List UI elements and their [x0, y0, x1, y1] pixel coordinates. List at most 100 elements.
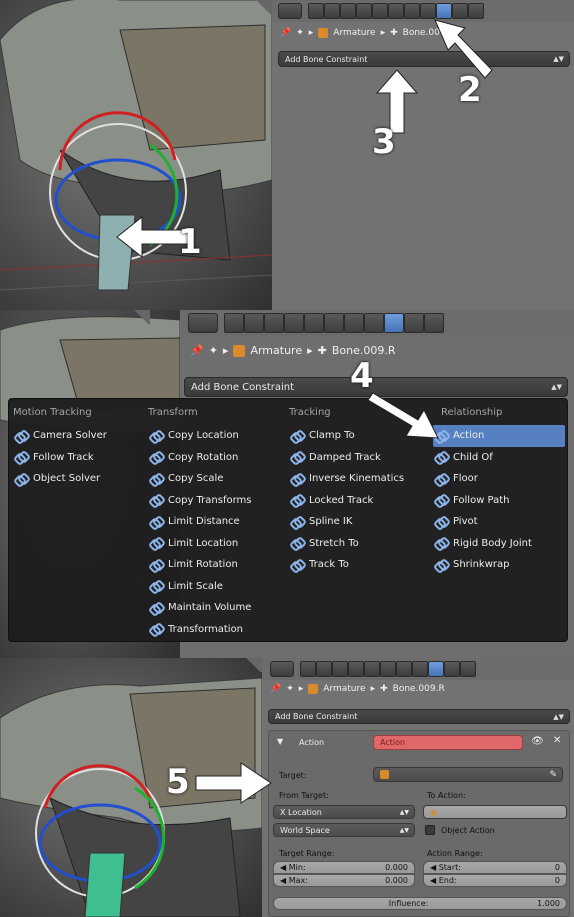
menu-item-locked-track[interactable]: Locked Track: [289, 490, 429, 512]
menu-item-label: Track To: [309, 559, 349, 571]
menu-item-object-solver[interactable]: Object Solver: [13, 468, 141, 490]
viewport-corner-handle[interactable]: [132, 310, 150, 324]
target-space-value: World Space: [280, 825, 330, 835]
menu-item-stretch-to[interactable]: Stretch To: [289, 533, 429, 555]
bone-tab-icon[interactable]: [420, 3, 436, 19]
texture-tab-icon[interactable]: [444, 661, 460, 677]
step-number-1: 1: [178, 222, 202, 262]
bone-tab-icon[interactable]: [364, 313, 384, 333]
add-bone-constraint-dropdown[interactable]: Add Bone Constraint ▲▼: [278, 51, 570, 67]
dropdown-label: Add Bone Constraint: [275, 712, 358, 721]
scene-tab-icon[interactable]: [264, 313, 284, 333]
data-tab-icon[interactable]: [404, 3, 420, 19]
menu-item-action[interactable]: Action: [433, 425, 565, 447]
menu-item-rigid-body-joint[interactable]: Rigid Body Joint: [433, 533, 565, 555]
world-tab-icon[interactable]: [356, 3, 372, 19]
action-end-field[interactable]: ◀ End: 0: [423, 874, 567, 887]
menu-item-child-of[interactable]: Child Of: [433, 447, 565, 469]
menu-item-label: Copy Rotation: [168, 451, 239, 463]
menu-item-shrinkwrap[interactable]: Shrinkwrap: [433, 554, 565, 576]
viewport-corner-handle[interactable]: [254, 0, 272, 14]
close-icon[interactable]: ✕: [553, 735, 561, 746]
render-layers-tab-icon[interactable]: [244, 313, 264, 333]
eyedropper-icon[interactable]: ✎: [549, 770, 557, 780]
physics-tab-icon[interactable]: [468, 3, 484, 19]
action-start-field[interactable]: ◀ Start: 0: [423, 861, 567, 874]
step-number-3: 3: [372, 122, 396, 162]
constraint-link-icon: [150, 474, 162, 484]
3d-viewport[interactable]: 1: [0, 0, 272, 310]
target-min-field[interactable]: ◀ Min: 0.000: [273, 861, 415, 874]
scene-tab-icon[interactable]: [332, 661, 348, 677]
influence-slider[interactable]: Influence: 1.000: [273, 897, 567, 910]
collapse-triangle-icon[interactable]: ▼: [277, 737, 283, 746]
menu-item-inverse-kinematics[interactable]: Inverse Kinematics: [289, 468, 429, 490]
viewport-corner-handle[interactable]: [244, 658, 262, 672]
menu-item-damped-track[interactable]: Damped Track: [289, 447, 429, 469]
menu-item-copy-transforms[interactable]: Copy Transforms: [148, 490, 278, 512]
object-tab-icon[interactable]: [304, 313, 324, 333]
menu-item-maintain-volume[interactable]: Maintain Volume: [148, 597, 278, 619]
data-tab-icon[interactable]: [344, 313, 364, 333]
bone-constraints-tab-icon[interactable]: [384, 313, 404, 333]
target-space-select[interactable]: World Space ▲▼: [273, 823, 415, 837]
menu-item-follow-path[interactable]: Follow Path: [433, 490, 565, 512]
constraint-name-field[interactable]: Action: [373, 735, 523, 750]
menu-item-label: Transformation: [168, 623, 244, 635]
add-bone-constraint-dropdown[interactable]: Add Bone Constraint ▲▼: [268, 709, 570, 724]
object-icon: [380, 770, 389, 779]
object-tab-icon[interactable]: [364, 661, 380, 677]
menu-item-limit-scale[interactable]: Limit Scale: [148, 576, 278, 598]
object-tab-icon[interactable]: [372, 3, 388, 19]
menu-item-transformation[interactable]: Transformation: [148, 619, 278, 641]
texture-tab-icon[interactable]: [404, 313, 424, 333]
pin-icon[interactable]: 📌: [280, 28, 291, 38]
data-tab-icon[interactable]: [396, 661, 412, 677]
menu-heading: Transform: [148, 407, 198, 418]
pin-icon[interactable]: 📌: [270, 684, 281, 694]
bone-constraints-tab-icon[interactable]: [436, 3, 452, 19]
menu-item-copy-scale[interactable]: Copy Scale: [148, 468, 278, 490]
editor-type-icon[interactable]: [270, 661, 294, 677]
bone-tab-icon[interactable]: [412, 661, 428, 677]
render-tab-icon[interactable]: [224, 313, 244, 333]
properties-header: [262, 658, 574, 680]
world-tab-icon[interactable]: [348, 661, 364, 677]
render-layers-tab-icon[interactable]: [316, 661, 332, 677]
render-tab-icon[interactable]: [300, 661, 316, 677]
target-max-field[interactable]: ◀ Max: 0.000: [273, 874, 415, 887]
action-field[interactable]: ◉: [423, 805, 567, 819]
object-action-checkbox[interactable]: [425, 825, 435, 835]
constraints-tab-icon[interactable]: [388, 3, 404, 19]
menu-item-camera-solver[interactable]: Camera Solver: [13, 425, 141, 447]
bone-constraints-tab-icon[interactable]: [428, 661, 444, 677]
menu-item-follow-track[interactable]: Follow Track: [13, 447, 141, 469]
menu-item-limit-rotation[interactable]: Limit Rotation: [148, 554, 278, 576]
menu-item-limit-location[interactable]: Limit Location: [148, 533, 278, 555]
menu-item-spline-ik[interactable]: Spline IK: [289, 511, 429, 533]
dropdown-arrows-icon: ▲▼: [553, 712, 564, 721]
menu-item-track-to[interactable]: Track To: [289, 554, 429, 576]
pin-icon[interactable]: 📌: [190, 344, 204, 357]
editor-type-icon[interactable]: [188, 313, 218, 333]
physics-tab-icon[interactable]: [424, 313, 444, 333]
menu-item-copy-rotation[interactable]: Copy Rotation: [148, 447, 278, 469]
menu-item-copy-location[interactable]: Copy Location: [148, 425, 278, 447]
target-object-field[interactable]: ✎: [373, 767, 563, 782]
menu-item-pivot[interactable]: Pivot: [433, 511, 565, 533]
menu-column-transform: Transform Copy Location Copy Rotation Co…: [148, 407, 278, 640]
eye-icon[interactable]: 👁: [531, 736, 544, 747]
physics-tab-icon[interactable]: [460, 661, 476, 677]
menu-item-limit-distance[interactable]: Limit Distance: [148, 511, 278, 533]
scene-tab-icon[interactable]: [340, 3, 356, 19]
transform-channel-select[interactable]: X Location ▲▼: [273, 805, 415, 819]
constraints-tab-icon[interactable]: [380, 661, 396, 677]
texture-tab-icon[interactable]: [452, 3, 468, 19]
menu-item-floor[interactable]: Floor: [433, 468, 565, 490]
menu-item-label: Copy Scale: [168, 473, 224, 485]
constraints-tab-icon[interactable]: [324, 313, 344, 333]
editor-type-icon[interactable]: [278, 3, 302, 19]
render-tab-icon[interactable]: [308, 3, 324, 19]
render-layers-tab-icon[interactable]: [324, 3, 340, 19]
world-tab-icon[interactable]: [284, 313, 304, 333]
